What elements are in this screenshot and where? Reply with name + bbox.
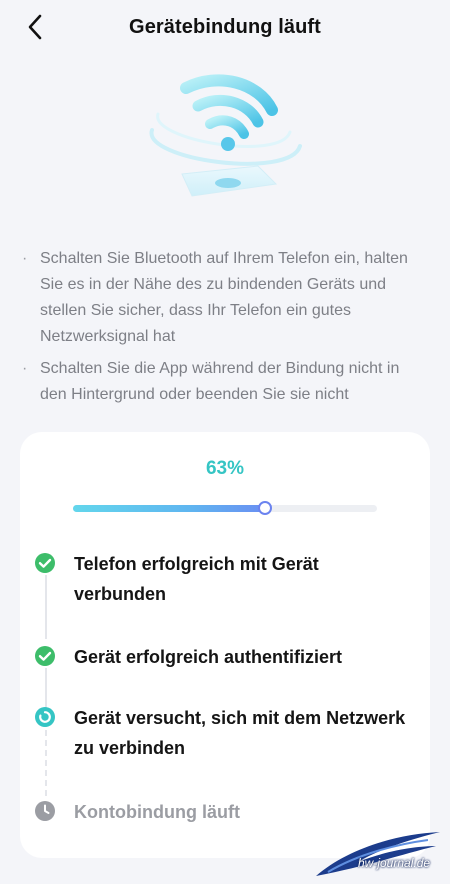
step-label: Gerät versucht, sich mit dem Netzwerk zu… (74, 708, 406, 758)
check-circle-icon (35, 553, 55, 573)
step-connector (45, 730, 47, 796)
loading-icon (35, 707, 55, 727)
wifi-device-illustration (149, 74, 302, 197)
progress-knob (257, 501, 272, 515)
instruction-item: · Schalten Sie Bluetooth auf Ihrem Telef… (22, 246, 422, 350)
clock-icon (35, 801, 55, 821)
header: Gerätebindung läuft (0, 0, 450, 56)
instruction-text: Schalten Sie Bluetooth auf Ihrem Telefon… (40, 250, 408, 345)
step-connector (45, 575, 47, 639)
step-label: Telefon erfolgreich mit Gerät verbunden (74, 554, 319, 604)
step-label: Gerät erfolgreich authentifiziert (74, 647, 343, 667)
progress-fill (73, 505, 265, 512)
watermark-logo (316, 832, 440, 876)
bullet: · (22, 360, 28, 377)
check-circle-icon (35, 646, 55, 666)
step-label: Kontobindung läuft (74, 802, 240, 822)
watermark-text: hw-journal.de (358, 856, 431, 870)
instruction-text: Schalten Sie die App während der Bindung… (40, 360, 400, 403)
progress-bar (73, 501, 377, 515)
binding-progress-card: 63% Telefon erfolgreich mit Gerät verbun… (20, 432, 430, 858)
page-title: Gerätebindung läuft (129, 16, 321, 38)
instructions-list: · Schalten Sie Bluetooth auf Ihrem Telef… (22, 246, 422, 414)
instruction-item: · Schalten Sie die App während der Bindu… (22, 356, 422, 408)
progress-percent: 63% (205, 458, 245, 479)
step-connector (45, 668, 47, 708)
bullet: · (22, 250, 28, 267)
